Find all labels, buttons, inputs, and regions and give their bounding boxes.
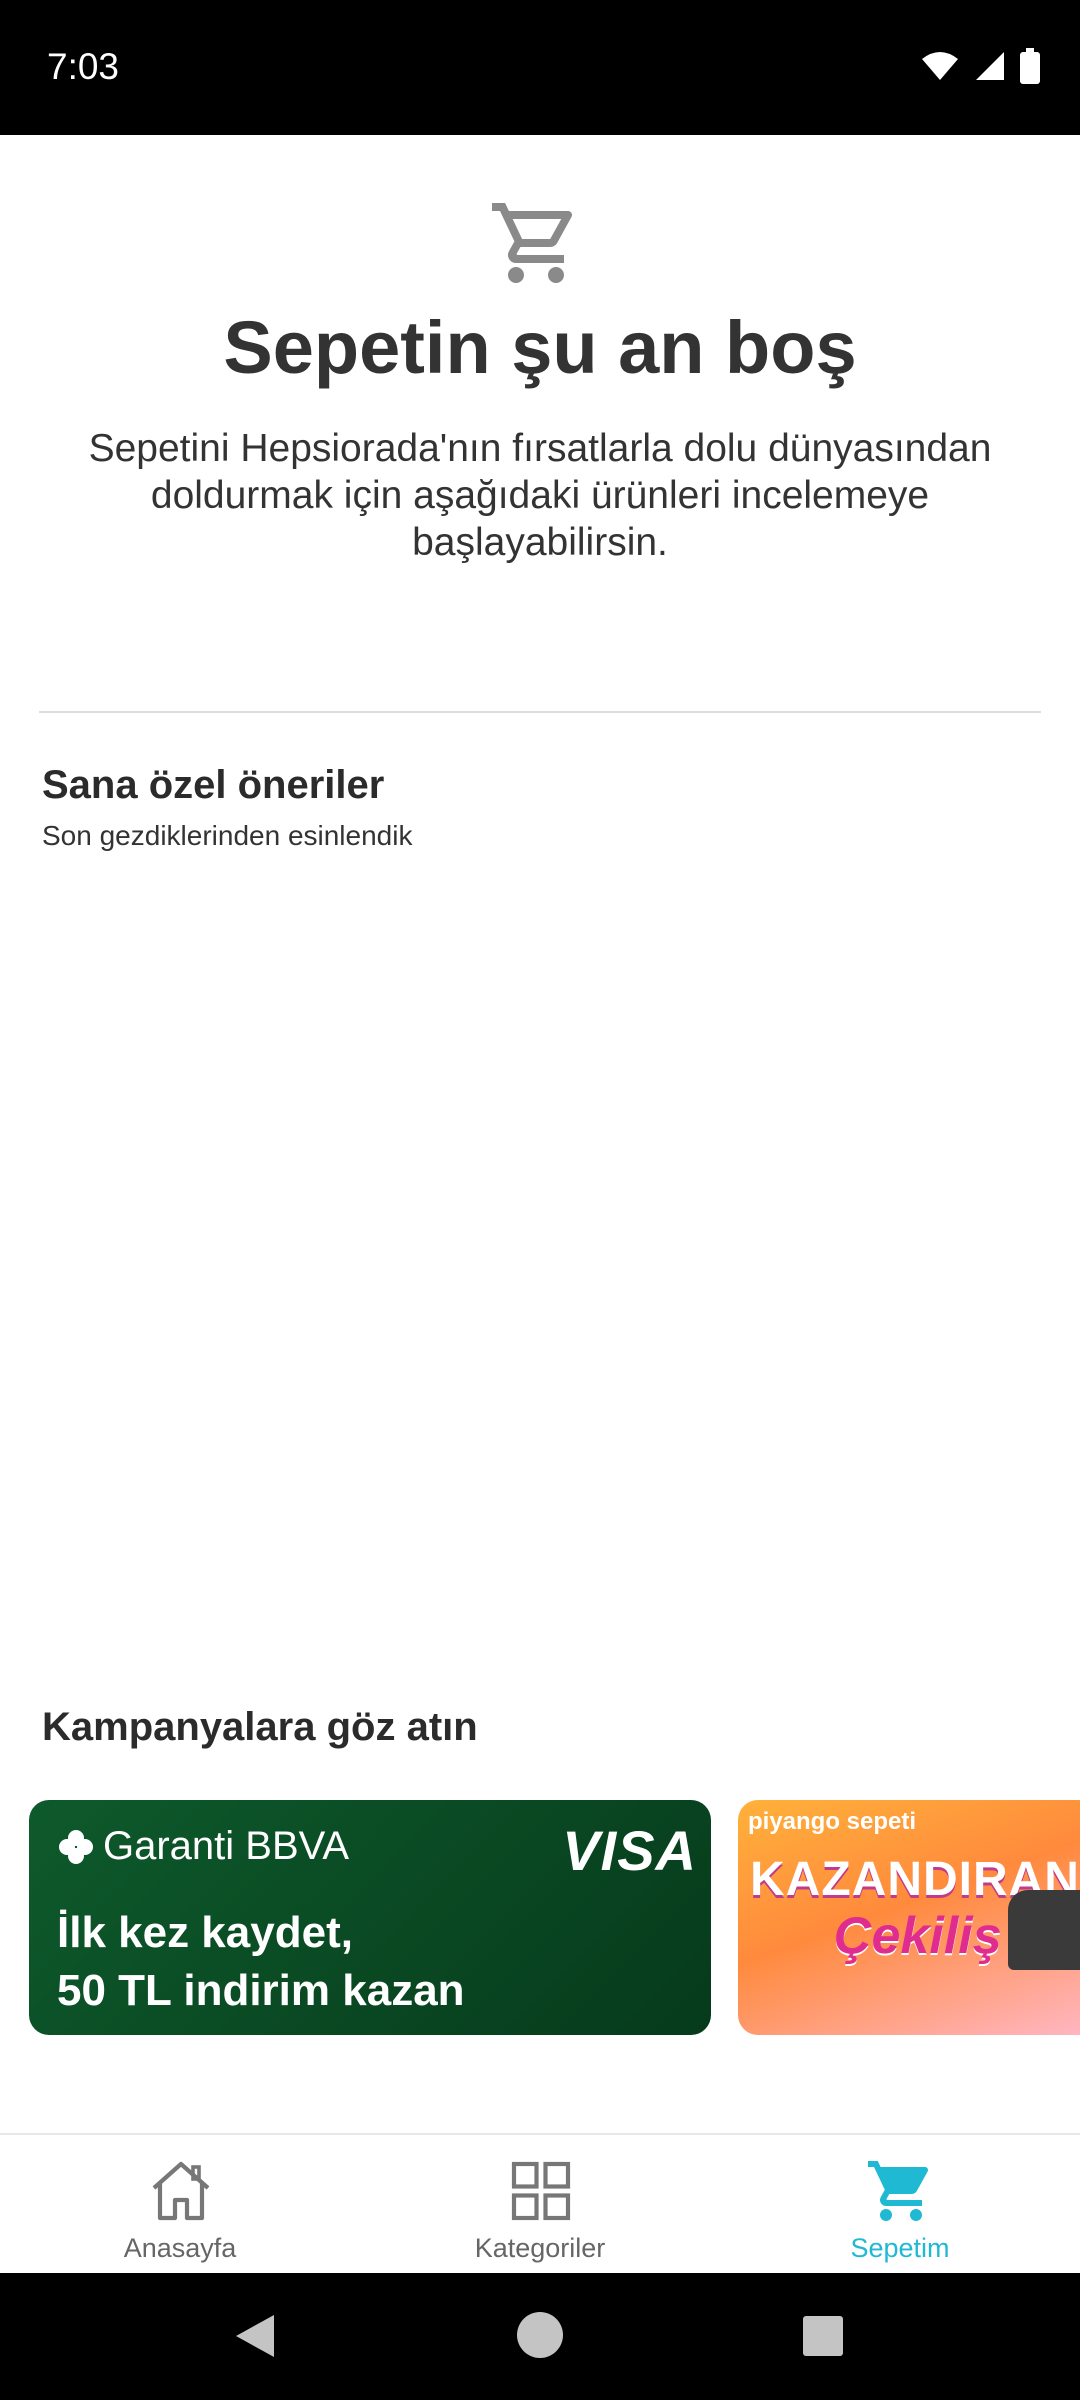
garanti-brand-text: Garanti BBVA <box>103 1824 350 1868</box>
status-bar: 7:03 <box>0 0 1080 135</box>
piyango-logo: piyango sepeti <box>748 1808 917 1835</box>
status-icons <box>920 48 1040 84</box>
battery-icon <box>1020 48 1040 84</box>
garanti-line-1: İlk kez kaydet, <box>57 1908 353 1957</box>
campaigns-title: Kampanyalara göz atın <box>42 1705 478 1749</box>
bottom-navigation: Anasayfa Kategoriler Sepetim <box>0 2133 1080 2275</box>
divider <box>39 711 1041 713</box>
status-time: 7:03 <box>47 46 120 87</box>
car-image <box>1008 1890 1080 1970</box>
empty-cart-description: Sepetini Hepsiorada'nın fırsatlarla dolu… <box>88 427 992 564</box>
home-icon <box>152 2161 210 2221</box>
shopping-cart-icon <box>492 203 573 283</box>
clover-icon <box>59 1829 93 1864</box>
recommendations-subtitle: Son gezdiklerinden esinlendik <box>42 820 413 851</box>
nav-label-kategoriler: Kategoriler <box>474 2233 606 2263</box>
system-navigation-bar <box>0 2273 1080 2400</box>
home-button-icon[interactable] <box>516 2311 564 2359</box>
nav-label-anasayfa: Anasayfa <box>123 2233 237 2263</box>
back-icon[interactable] <box>232 2311 278 2361</box>
wifi-icon <box>922 52 958 80</box>
nav-label-sepetim: Sepetim <box>850 2233 950 2263</box>
piyango-script: Çekiliş <box>834 1907 1002 1965</box>
nav-item-sepetim[interactable]: Sepetim <box>720 2135 1080 2275</box>
campaign-banner-garanti[interactable]: Garanti BBVA VISA İlk kez kaydet, 50 TL … <box>29 1800 711 2035</box>
recommendations-title: Sana özel öneriler <box>42 763 385 807</box>
grid-icon <box>511 2161 571 2221</box>
cart-icon <box>868 2161 929 2221</box>
campaign-banner-piyango[interactable]: piyango sepeti KAZANDIRAN Çekiliş <box>738 1800 1080 2035</box>
signal-icon <box>976 52 1004 80</box>
recents-icon[interactable] <box>802 2315 844 2357</box>
campaigns-carousel[interactable]: Garanti BBVA VISA İlk kez kaydet, 50 TL … <box>0 1800 1080 2035</box>
garanti-logo: Garanti BBVA <box>57 1824 349 1869</box>
visa-logo: VISA <box>562 1819 697 1882</box>
nav-item-kategoriler[interactable]: Kategoriler <box>360 2135 720 2275</box>
garanti-line-2: 50 TL indirim kazan <box>57 1966 465 2015</box>
empty-cart-title: Sepetin şu an boş <box>223 306 857 389</box>
nav-item-anasayfa[interactable]: Anasayfa <box>0 2135 360 2275</box>
